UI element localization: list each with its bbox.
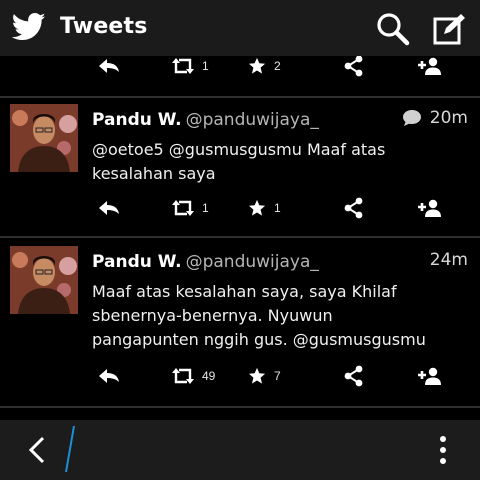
avatar[interactable] [10,104,78,172]
tweet-actions-previous: 1 2 [0,56,480,84]
tweet-item[interactable]: Pandu W. @panduwijaya_ 20m @oetoe5 @gusmu… [0,98,480,236]
add-user-icon [418,367,441,385]
reply-icon [99,59,119,73]
tweet-text-line: Maaf atas kesalahan saya, saya Khilaf [92,282,397,301]
tweet-text: @oetoe5 @gusmusgusmu Maaf atas kesalahan… [92,138,472,186]
compose-icon[interactable] [432,12,466,46]
reply-button[interactable] [98,56,120,84]
favorite-button[interactable]: 2 [248,56,281,84]
favorite-count: 1 [274,201,281,215]
add-user-icon [418,57,441,75]
page-title: Tweets [60,14,148,39]
reply-icon [99,201,119,215]
app-header: Tweets [0,0,480,56]
share-button[interactable] [344,358,364,394]
conversation-bubble-icon [402,110,421,126]
tweet-author[interactable]: Pandu W. @panduwijaya_ [92,110,319,130]
tweet-text-line: sbenernya-benernya. Nyuwun [92,306,333,325]
share-icon [344,197,363,219]
avatar-image [10,104,78,172]
follow-button[interactable] [418,56,442,84]
favorite-count: 7 [274,369,281,383]
star-icon [248,367,266,384]
retweet-button[interactable]: 1 [172,56,209,84]
twitter-bird-icon [12,12,46,41]
tweet-text-line: @oetoe5 @gusmusgusmu Maaf atas [92,140,386,159]
divider [0,406,480,408]
avatar-image [10,246,78,314]
tweet-timestamp: 24m [429,250,468,270]
tweet-meta: 20m [402,108,468,128]
text-cursor [65,425,75,473]
follow-button[interactable] [418,190,442,226]
retweet-icon [172,58,194,74]
share-button[interactable] [344,56,364,84]
author-name: Pandu W. [92,110,182,130]
tweet-text-line: kesalahan saya [92,164,216,183]
retweet-button[interactable]: 1 [172,190,209,226]
retweet-count: 1 [202,59,209,73]
reply-button[interactable] [98,358,120,394]
favorite-button[interactable]: 7 [248,358,281,394]
share-icon [344,56,363,77]
tweet-meta: 24m [430,250,468,270]
tweet-text-line: pangapunten nggih gus. @gusmusgusmu [92,330,426,349]
author-handle: @panduwijaya_ [185,110,319,130]
retweet-button[interactable]: 49 [172,358,215,394]
retweet-icon [172,200,194,216]
star-icon [248,57,266,74]
divider [0,236,480,238]
tweet-author[interactable]: Pandu W. @panduwijaya_ [92,252,319,272]
tweet-item[interactable]: Pandu W. @panduwijaya_ 24m Maaf atas kesa… [0,240,480,410]
tweet-timestamp: 20m [429,108,468,128]
search-icon[interactable] [376,12,410,46]
avatar[interactable] [10,246,78,314]
retweet-count: 49 [202,369,216,383]
share-icon [344,365,363,387]
star-icon [248,199,266,216]
reply-icon [99,369,119,383]
author-name: Pandu W. [92,252,182,272]
favorite-count: 2 [274,59,281,73]
tweet-text: Maaf atas kesalahan saya, saya Khilaf sb… [92,280,472,352]
add-user-icon [418,199,441,217]
retweet-icon [172,368,194,384]
share-button[interactable] [344,190,364,226]
tweet-actions: 49 7 [0,358,480,394]
tweet-actions: 1 1 [0,190,480,226]
reply-button[interactable] [98,190,120,226]
retweet-count: 1 [202,201,209,215]
author-handle: @panduwijaya_ [185,252,319,272]
tweet-feed[interactable]: 1 2 Pandu W. @panduwijaya_ 20m @oetoe5 @… [0,56,480,420]
follow-button[interactable] [418,358,442,394]
overflow-menu-icon[interactable] [432,434,454,466]
favorite-button[interactable]: 1 [248,190,281,226]
chevron-left-icon[interactable] [26,436,48,464]
